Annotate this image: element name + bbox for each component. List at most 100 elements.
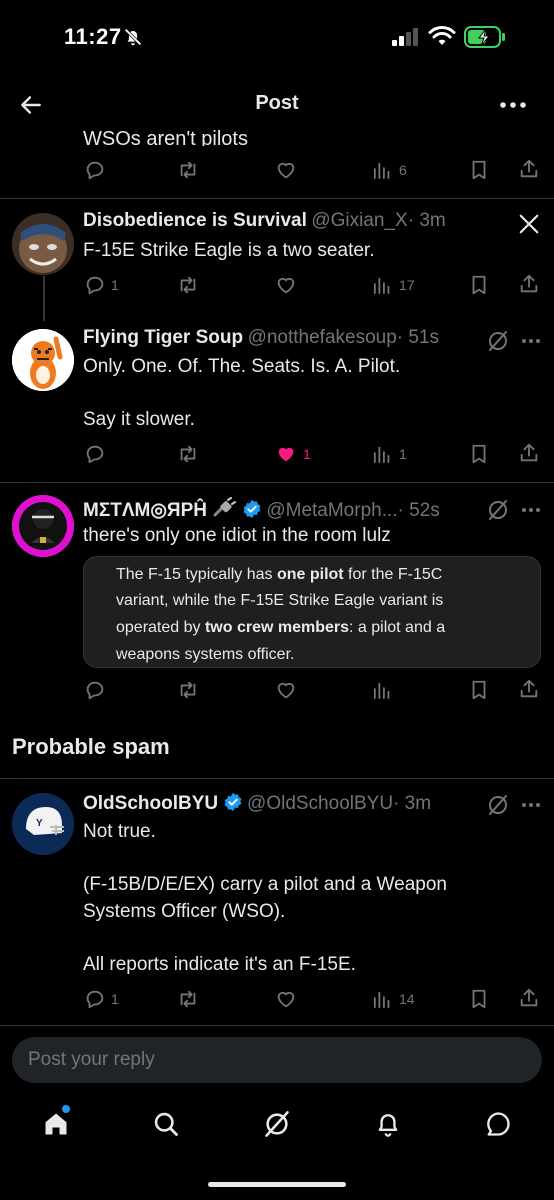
quote-line: operated by two crew members: a pilot an… [116,619,446,636]
quote-line: weapons systems officer. [116,646,295,663]
share-icon[interactable] [518,987,540,1009]
post-header: MΣTΛM◎ЯPĤ @MetaMorph...· 52s [83,497,440,522]
share-icon[interactable] [518,678,540,700]
action-bar: 1 14 [0,987,554,1013]
bottom-nav [0,1096,554,1156]
post-header: OldSchoolBYU @OldSchoolBYU· 3m [83,792,431,815]
battery-charging-icon [464,26,505,48]
grok-icon[interactable] [486,329,510,353]
reply-count: 1 [111,991,119,1007]
plug-emoji-icon [213,497,237,517]
action-bar: 6 [0,158,554,184]
author-name[interactable]: Flying Tiger Soup [83,327,243,348]
quote-line: variant, while the F-15E Strike Eagle va… [116,592,444,609]
cellular-signal-icon [392,28,418,46]
post-header: Flying Tiger Soup @notthefakesoup· 51s [83,327,439,349]
search-icon[interactable] [152,1110,180,1138]
grok-icon[interactable] [486,793,510,817]
reply-icon[interactable] [84,443,106,465]
post-text-line2: Say it slower. [83,409,195,430]
author-name[interactable]: OldSchoolBYU [83,793,218,814]
share-icon[interactable] [518,442,540,464]
repost-icon[interactable] [176,159,200,181]
like-icon[interactable] [275,988,297,1010]
reply-icon[interactable] [84,988,106,1010]
author-handle[interactable]: @MetaMorph... [266,500,397,521]
like-icon[interactable] [275,274,297,296]
post-time: · 51s [396,327,440,348]
views-icon[interactable] [372,160,394,180]
like-icon[interactable] [275,159,297,181]
bookmark-icon[interactable] [469,679,489,701]
post-text-line2: (F-15B/D/E/EX) carry a pilot and a Weapo… [83,874,447,895]
post-text: Only. One. Of. The. Seats. Is. A. Pilot. [83,356,401,377]
post-text: Not true. [83,821,156,842]
repost-icon[interactable] [176,679,200,701]
post-time: · 3m [393,793,432,814]
post-text: F-15E Strike Eagle is a two seater. [83,240,375,261]
views-count: 17 [399,277,415,293]
avatar[interactable] [12,213,74,275]
avatar[interactable] [12,329,74,391]
share-icon[interactable] [518,158,540,180]
author-handle[interactable]: @notthefakesoup [248,327,397,348]
status-time: 11:27 [64,24,122,49]
reply-icon[interactable] [84,679,106,701]
svg-text:Y: Y [36,818,43,829]
x-logo-icon [519,214,539,234]
post-time: · 52s [397,500,440,521]
post-text-line3: Systems Officer (WSO). [83,901,286,922]
home-icon[interactable] [42,1110,70,1138]
bell-muted-icon [124,28,142,46]
more-options-icon[interactable] [521,335,541,347]
like-icon[interactable] [275,679,297,701]
more-options-icon[interactable] [521,504,541,516]
repost-icon[interactable] [176,443,200,465]
post-partial[interactable]: WSOs aren't pilots [0,128,554,146]
repost-icon[interactable] [176,274,200,296]
avatar[interactable] [12,495,74,557]
bookmark-icon[interactable] [469,988,489,1010]
author-handle[interactable]: @OldSchoolBYU [247,793,393,814]
post-time: · 3m [407,210,446,231]
post-text-line4: All reports indicate it's an F-15E. [83,954,356,975]
bookmark-icon[interactable] [469,274,489,296]
post-text: WSOs aren't pilots [83,128,248,146]
more-options-icon[interactable] [498,96,528,114]
views-icon[interactable] [372,680,394,700]
action-bar: 1 17 [0,273,554,299]
divider [0,1025,554,1026]
author-name[interactable]: MΣTΛM◎ЯPĤ [83,500,207,521]
repost-icon[interactable] [176,988,200,1010]
post-text: there's only one idiot in the room lulz [83,525,391,546]
notifications-bell-icon[interactable] [374,1110,402,1138]
views-icon[interactable] [372,444,394,464]
views-count: 6 [399,162,407,178]
reply-placeholder: Post your reply [28,1049,155,1070]
action-bar [0,678,554,704]
reply-icon[interactable] [84,274,106,296]
grok-icon[interactable] [486,498,510,522]
quote-line: The F-15 typically has one pilot for the… [116,566,443,583]
views-count: 14 [399,991,415,1007]
views-icon[interactable] [372,989,394,1009]
grok-nav-icon[interactable] [263,1110,291,1138]
avatar[interactable]: Y [12,793,74,855]
action-bar: 1 1 [0,442,554,468]
author-handle[interactable]: @Gixian_X [311,210,407,231]
more-options-icon[interactable] [521,799,541,811]
post-header: Disobedience is Survival @Gixian_X· 3m [83,210,446,232]
bookmark-icon[interactable] [469,159,489,181]
post-oldschoolbyu[interactable]: Y OldSchoolBYU @OldSchoolBYU· 3m Not tru… [0,779,554,1009]
bookmark-icon[interactable] [469,443,489,465]
home-indicator [208,1182,346,1187]
share-icon[interactable] [518,273,540,295]
quoted-text-card[interactable]: The F-15 typically has one pilot for the… [83,556,541,668]
messages-icon[interactable] [484,1110,512,1138]
views-icon[interactable] [372,275,394,295]
author-name[interactable]: Disobedience is Survival [83,210,307,231]
verified-badge-icon [243,499,261,519]
reply-icon[interactable] [84,159,106,181]
page-title: Post [255,92,299,114]
like-active-icon[interactable] [275,443,297,465]
